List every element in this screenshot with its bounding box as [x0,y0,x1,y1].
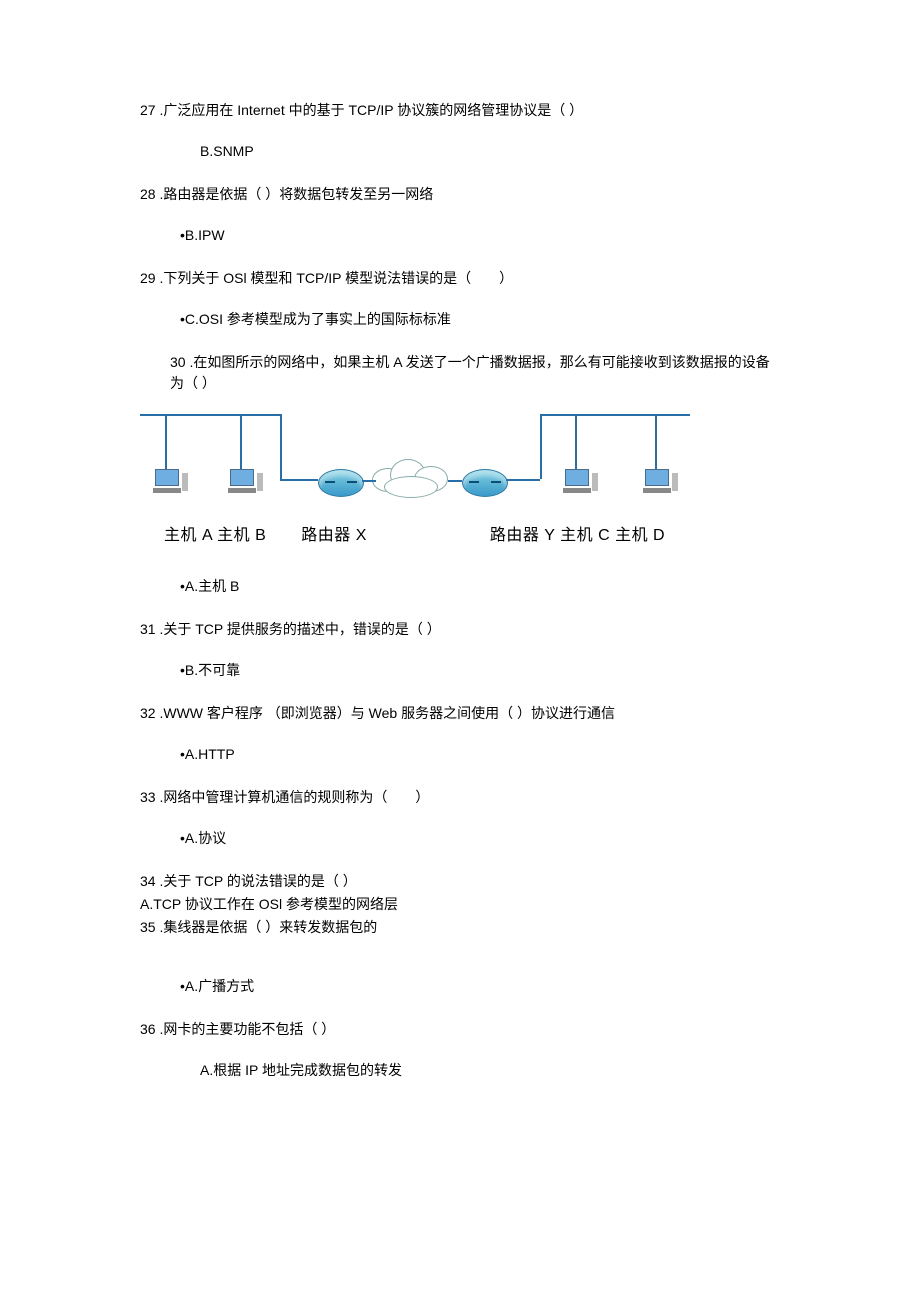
host-b-icon [227,469,257,493]
question-number: 32 [140,705,156,721]
question-number: 27 [140,102,156,118]
question-body: .集线器是依据（ ）来转发数据包的 [159,919,377,935]
link-line [506,479,540,481]
question-body: .WWW 客户程序 （即浏览器）与 Web 服务器之间使用（ ）协议进行通信 [159,705,615,721]
question-text: 35 .集线器是依据（ ）来转发数据包的 [140,917,780,938]
question-text: 31 .关于 TCP 提供服务的描述中，错误的是（ ） [140,619,780,640]
link-line [280,479,318,481]
question-body: .路由器是依据（ ）将数据包转发至另一网络 [159,186,433,202]
answer-text: •A.协议 [180,828,780,849]
diagram-labels: 主机 A 主机 B 路由器 X 路由器 Y 主机 C 主机 D [140,524,780,548]
question-28: 28 .路由器是依据（ ）将数据包转发至另一网络 •B.IPW [140,184,780,246]
answer-text: B.SNMP [200,141,780,162]
drop-line [165,414,167,469]
question-number: 36 [140,1021,156,1037]
question-number: 35 [140,919,156,935]
question-number: 28 [140,186,156,202]
host-c-icon [562,469,592,493]
answer-text: A.根据 IP 地址完成数据包的转发 [200,1060,780,1081]
link-line [448,480,462,482]
drop-line [280,414,282,479]
question-27: 27 .广泛应用在 Internet 中的基于 TCP/IP 协议簇的网络管理协… [140,100,780,162]
question-32: 32 .WWW 客户程序 （即浏览器）与 Web 服务器之间使用（ ）协议进行通… [140,703,780,765]
question-text: 27 .广泛应用在 Internet 中的基于 TCP/IP 协议簇的网络管理协… [140,100,780,121]
question-number: 29 [140,270,156,286]
answer-text: •B.IPW [180,225,780,246]
question-text: 36 .网卡的主要功能不包括（ ） [140,1019,780,1040]
label-router-x: 路由器 X [301,524,367,548]
question-text: 32 .WWW 客户程序 （即浏览器）与 Web 服务器之间使用（ ）协议进行通… [140,703,780,724]
question-33: 33 .网络中管理计算机通信的规则称为（ ） •A.协议 [140,787,780,849]
question-number: 33 [140,789,156,805]
question-text: 28 .路由器是依据（ ）将数据包转发至另一网络 [140,184,780,205]
answer-text: •A.HTTP [180,744,780,765]
link-line [362,480,376,482]
answer-text: •A.主机 B [180,576,780,597]
bus-line [540,414,690,416]
label-host-ab: 主机 A 主机 B [164,524,266,548]
label-right-side: 路由器 Y 主机 C 主机 D [490,524,665,548]
question-36: 36 .网卡的主要功能不包括（ ） A.根据 IP 地址完成数据包的转发 [140,1019,780,1081]
drop-line [240,414,242,469]
bus-line [140,414,280,416]
question-number: 30 [170,354,186,370]
drop-line [540,414,542,479]
host-d-icon [642,469,672,493]
question-31: 31 .关于 TCP 提供服务的描述中，错误的是（ ） •B.不可靠 [140,619,780,681]
answer-text: •C.OSI 参考模型成为了事实上的国际标标准 [180,309,780,330]
question-body: .关于 TCP 提供服务的描述中，错误的是（ ） [159,621,440,637]
answer-text: •B.不可靠 [180,660,780,681]
question-29: 29 .下列关于 OSl 模型和 TCP/IP 模型说法错误的是（ ） •C.O… [140,268,780,330]
question-text: 33 .网络中管理计算机通信的规则称为（ ） [140,787,780,808]
question-body: .关于 TCP 的说法错误的是（ ） [159,873,356,889]
question-text: 34 .关于 TCP 的说法错误的是（ ） [140,871,780,892]
question-body: .下列关于 OSl 模型和 TCP/IP 模型说法错误的是（ ） [159,270,513,286]
question-body: .网络中管理计算机通信的规则称为（ ） [159,789,429,805]
router-y-icon [462,469,508,497]
question-body: .网卡的主要功能不包括（ ） [159,1021,335,1037]
host-a-icon [152,469,182,493]
question-34-35: 34 .关于 TCP 的说法错误的是（ ） A.TCP 协议工作在 OSl 参考… [140,871,780,938]
router-x-icon [318,469,364,497]
answer-text: A.TCP 协议工作在 OSl 参考模型的网络层 [140,894,780,915]
question-body: .在如图所示的网络中，如果主机 A 发送了一个广播数据报，那么有可能接收到该数据… [170,354,770,391]
document-page: 27 .广泛应用在 Internet 中的基于 TCP/IP 协议簇的网络管理协… [0,0,920,1301]
question-text: 29 .下列关于 OSl 模型和 TCP/IP 模型说法错误的是（ ） [140,268,780,289]
question-number: 34 [140,873,156,889]
question-body: .广泛应用在 Internet 中的基于 TCP/IP 协议簇的网络管理协议是（… [159,102,583,118]
question-text: 30 .在如图所示的网络中，如果主机 A 发送了一个广播数据报，那么有可能接收到… [170,352,780,394]
answer-text: •A.广播方式 [180,976,780,997]
drop-line [655,414,657,469]
question-number: 31 [140,621,156,637]
cloud-icon [372,456,452,500]
network-diagram [140,414,700,514]
question-30: 30 .在如图所示的网络中，如果主机 A 发送了一个广播数据报，那么有可能接收到… [140,352,780,597]
drop-line [575,414,577,469]
